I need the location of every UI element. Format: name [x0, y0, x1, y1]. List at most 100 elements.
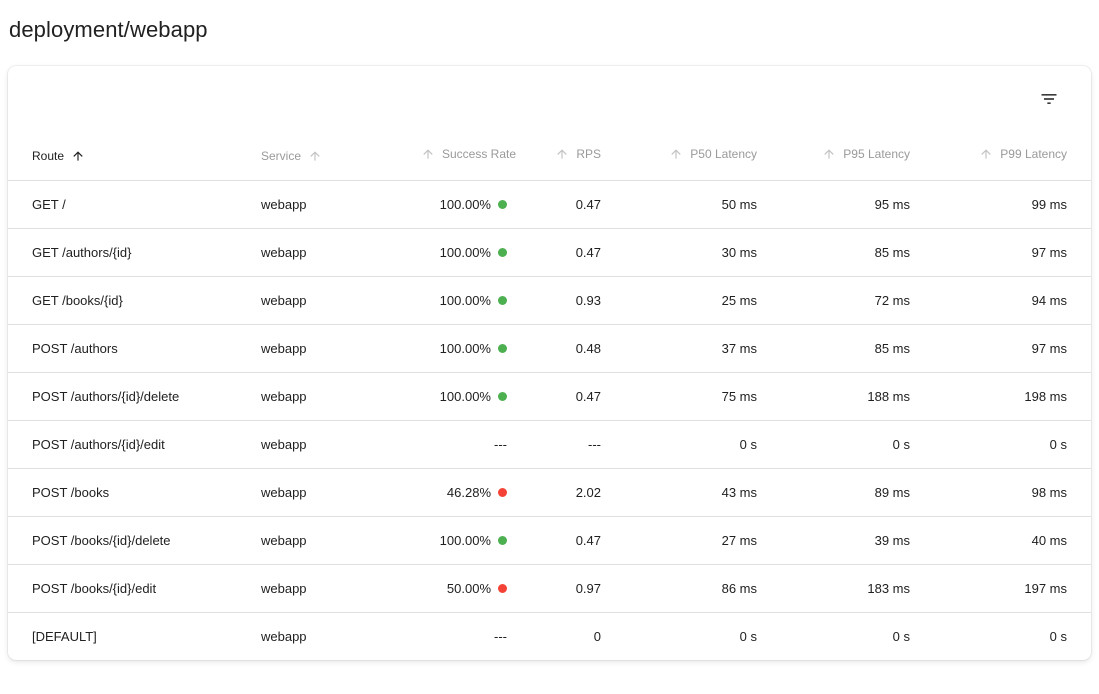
route-cell: POST /books/{id}/edit: [8, 564, 261, 612]
column-header-success-rate[interactable]: Success Rate: [421, 132, 523, 180]
service-cell: webapp: [261, 420, 421, 468]
success-rate-cell: 100.00%: [421, 180, 523, 228]
sort-arrow-up-icon: [421, 147, 435, 161]
column-header-route[interactable]: Route: [8, 132, 261, 180]
p50-cell: 25 ms: [617, 276, 773, 324]
p50-cell: 0 s: [617, 612, 773, 660]
success-rate-cell: 50.00%: [421, 564, 523, 612]
p99-cell: 97 ms: [926, 324, 1091, 372]
p95-cell: 85 ms: [773, 228, 926, 276]
p99-cell: 40 ms: [926, 516, 1091, 564]
rps-cell: 2.02: [523, 468, 617, 516]
p99-cell: 97 ms: [926, 228, 1091, 276]
success-rate-cell: ---: [421, 420, 523, 468]
success-rate-cell: 100.00%: [421, 276, 523, 324]
p50-cell: 0 s: [617, 420, 773, 468]
status-ok-dot: [498, 536, 507, 545]
rps-cell: 0.48: [523, 324, 617, 372]
success-rate-value: 100.00%: [440, 197, 491, 212]
success-rate-value: ---: [494, 437, 507, 452]
p95-cell: 85 ms: [773, 324, 926, 372]
table-toolbar: [8, 66, 1091, 132]
rps-cell: 0.47: [523, 372, 617, 420]
table-row[interactable]: GET /authors/{id}webapp100.00%0.4730 ms8…: [8, 228, 1091, 276]
table-row[interactable]: POST /bookswebapp46.28%2.0243 ms89 ms98 …: [8, 468, 1091, 516]
status-ok-dot: [498, 392, 507, 401]
table-row[interactable]: POST /authorswebapp100.00%0.4837 ms85 ms…: [8, 324, 1091, 372]
rps-cell: 0.47: [523, 180, 617, 228]
p50-cell: 75 ms: [617, 372, 773, 420]
filter-list-icon: [1039, 89, 1059, 109]
p95-cell: 72 ms: [773, 276, 926, 324]
p99-cell: 197 ms: [926, 564, 1091, 612]
p95-cell: 39 ms: [773, 516, 926, 564]
column-header-label: Service: [261, 149, 301, 163]
success-rate-cell: 100.00%: [421, 324, 523, 372]
table-row[interactable]: [DEFAULT]webapp---00 s0 s0 s: [8, 612, 1091, 660]
route-cell: GET /books/{id}: [8, 276, 261, 324]
p50-cell: 50 ms: [617, 180, 773, 228]
column-header-p99[interactable]: P99 Latency: [926, 132, 1091, 180]
table-row[interactable]: POST /authors/{id}/deletewebapp 100.00% 0.…: [8, 372, 1091, 420]
p95-cell: 89 ms: [773, 468, 926, 516]
route-cell: POST /authors/{id}/edit: [8, 420, 261, 468]
success-rate-value: 100.00%: [440, 245, 491, 260]
route-cell: POST /authors/{id}/delete: [8, 372, 261, 420]
rps-cell: 0: [523, 612, 617, 660]
success-rate-value: ---: [494, 629, 507, 644]
p50-cell: 37 ms: [617, 324, 773, 372]
p95-cell: 183 ms: [773, 564, 926, 612]
service-cell: webapp: [261, 372, 421, 420]
rps-cell: 0.47: [523, 228, 617, 276]
p99-cell: 0 s: [926, 612, 1091, 660]
success-rate-cell: 100.00%: [421, 228, 523, 276]
p99-cell: 98 ms: [926, 468, 1091, 516]
column-header-label: P50 Latency: [690, 147, 757, 161]
p95-cell: 188 ms: [773, 372, 926, 420]
p99-cell: 94 ms: [926, 276, 1091, 324]
service-cell: webapp: [261, 276, 421, 324]
table-row[interactable]: POST /books/{id}/deletewebapp100.00%0.47…: [8, 516, 1091, 564]
table-row[interactable]: POST /authors/{id}/editwebapp------0 s0 …: [8, 420, 1091, 468]
service-cell: webapp: [261, 516, 421, 564]
sort-arrow-up-icon: [669, 147, 683, 161]
table-row[interactable]: POST /books/{id}/editwebapp50.00%0.9786 …: [8, 564, 1091, 612]
column-header-label: Route: [32, 149, 64, 163]
success-rate-value: 100.00%: [440, 389, 491, 404]
status-ok-dot: [498, 344, 507, 353]
status-ok-dot: [498, 200, 507, 209]
column-header-label: Success Rate: [442, 147, 516, 161]
success-rate-cell: 46.28%: [421, 468, 523, 516]
route-cell: [DEFAULT]: [8, 612, 261, 660]
rps-cell: 0.93: [523, 276, 617, 324]
column-header-p50[interactable]: P50 Latency: [617, 132, 773, 180]
sort-arrow-up-icon: [71, 149, 85, 163]
table-row[interactable]: GET /books/{id}webapp100.00%0.9325 ms72 …: [8, 276, 1091, 324]
rps-cell: ---: [523, 420, 617, 468]
status-error-dot: [498, 488, 507, 497]
service-cell: webapp: [261, 468, 421, 516]
success-rate-value: 46.28%: [447, 485, 491, 500]
column-header-service[interactable]: Service: [261, 132, 421, 180]
service-cell: webapp: [261, 564, 421, 612]
p50-cell: 43 ms: [617, 468, 773, 516]
success-rate-value: 100.00%: [440, 341, 491, 356]
routes-table: Route Service Success Rate RPS P50 Latency P9…: [8, 132, 1091, 660]
page: deployment/webapp RouteServiceSuccess Ra…: [0, 17, 1099, 660]
status-ok-dot: [498, 296, 507, 305]
column-header-p95[interactable]: P95 Latency: [773, 132, 926, 180]
sort-arrow-up-icon: [979, 147, 993, 161]
column-header-rps[interactable]: RPS: [523, 132, 617, 180]
table-row[interactable]: GET /webapp100.00%0.4750 ms95 ms99 ms: [8, 180, 1091, 228]
rps-cell: 0.47: [523, 516, 617, 564]
filter-button[interactable]: [1035, 85, 1063, 113]
success-rate-cell: 100.00%: [421, 516, 523, 564]
sort-arrow-up-icon: [308, 149, 322, 163]
p95-cell: 0 s: [773, 612, 926, 660]
route-cell: GET /: [8, 180, 261, 228]
success-rate-cell: ---: [421, 612, 523, 660]
p50-cell: 27 ms: [617, 516, 773, 564]
column-header-label: P99 Latency: [1000, 147, 1067, 161]
success-rate-value: 50.00%: [447, 581, 491, 596]
p50-cell: 86 ms: [617, 564, 773, 612]
